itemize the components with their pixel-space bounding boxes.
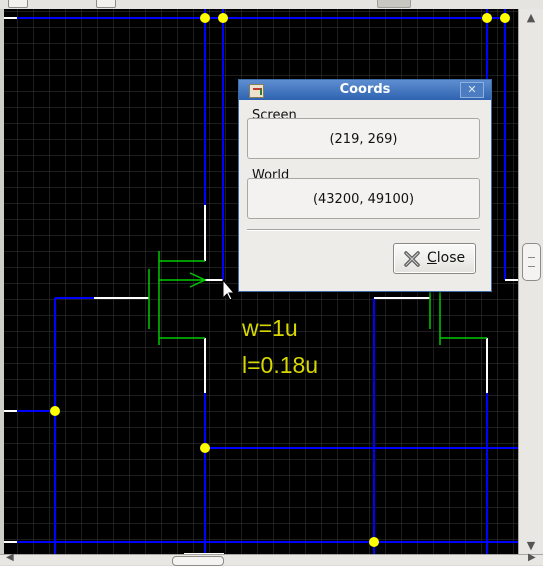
arrow-down-icon[interactable]: ▼ (524, 539, 538, 553)
toolbar-tab[interactable] (377, 0, 411, 8)
hscroll-thumb[interactable] (172, 556, 224, 566)
screen-coords-value: (219, 269) (329, 132, 398, 147)
separator (247, 229, 480, 231)
coords-dialog: Coords ✕ Screen (219, 269) World (43200,… (238, 79, 492, 292)
world-coords-value: (43200, 49100) (312, 192, 415, 207)
width-annotation: w=1u (241, 315, 298, 341)
close-button[interactable]: Close (393, 243, 476, 274)
world-group: (43200, 49100) (247, 178, 480, 219)
close-x-icon[interactable]: ✕ (460, 82, 484, 98)
horizontal-scrollbar[interactable]: ◀ ▶ (0, 552, 543, 566)
arrow-left-icon[interactable]: ◀ (6, 552, 14, 563)
close-x-icon (404, 251, 420, 267)
dialog-title: Coords (339, 82, 391, 97)
dialog-titlebar[interactable]: Coords ✕ (239, 80, 491, 100)
arrow-up-icon[interactable]: ▲ (524, 11, 538, 25)
screen-group: (219, 269) (247, 118, 480, 159)
close-button-label: Close (427, 250, 466, 266)
toolbar-button[interactable] (96, 0, 116, 8)
scroll-thumb[interactable] (522, 243, 541, 281)
length-annotation: l=0.18u (242, 352, 318, 378)
toolbar-button[interactable] (8, 0, 28, 8)
vertical-scrollbar[interactable]: ▲ ▼ (518, 9, 543, 554)
arrow-right-icon[interactable]: ▶ (528, 552, 536, 563)
